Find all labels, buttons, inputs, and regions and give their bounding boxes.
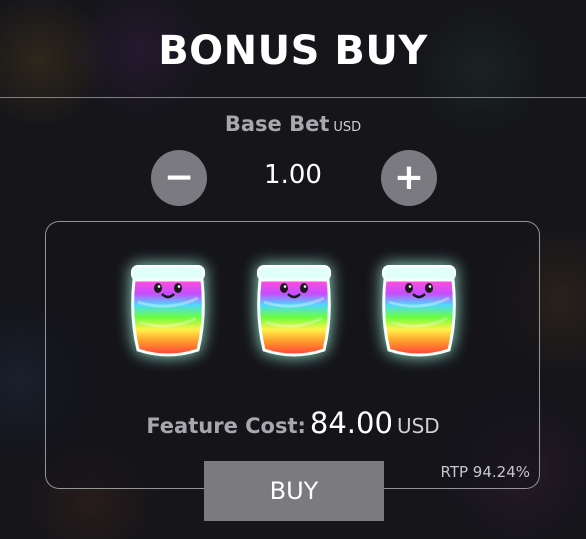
rainbow-jar-icon [250,262,338,362]
title-divider [0,97,586,98]
buy-button[interactable]: BUY [204,461,384,521]
rainbow-jar-icon [124,262,212,362]
base-bet-text: Base Bet [224,112,330,136]
rainbow-jar-icon [375,262,463,362]
decrease-bet-button[interactable]: − [151,150,207,206]
increase-bet-button[interactable]: + [381,150,437,206]
feature-cost-currency: USD [396,414,440,438]
dialog-title: BONUS BUY [158,28,428,74]
rtp-label: RTP 94.24% [440,463,530,481]
minus-icon: − [163,157,195,198]
bet-value: 1.00 [264,160,322,190]
feature-cost-value: 84.00 [309,406,393,440]
base-bet-label: Base Bet USD [0,112,586,136]
plus-icon: + [393,157,425,198]
feature-cost: Feature Cost: 84.00 USD [0,406,586,440]
feature-cost-label: Feature Cost: [146,414,306,438]
base-bet-currency: USD [333,120,362,135]
